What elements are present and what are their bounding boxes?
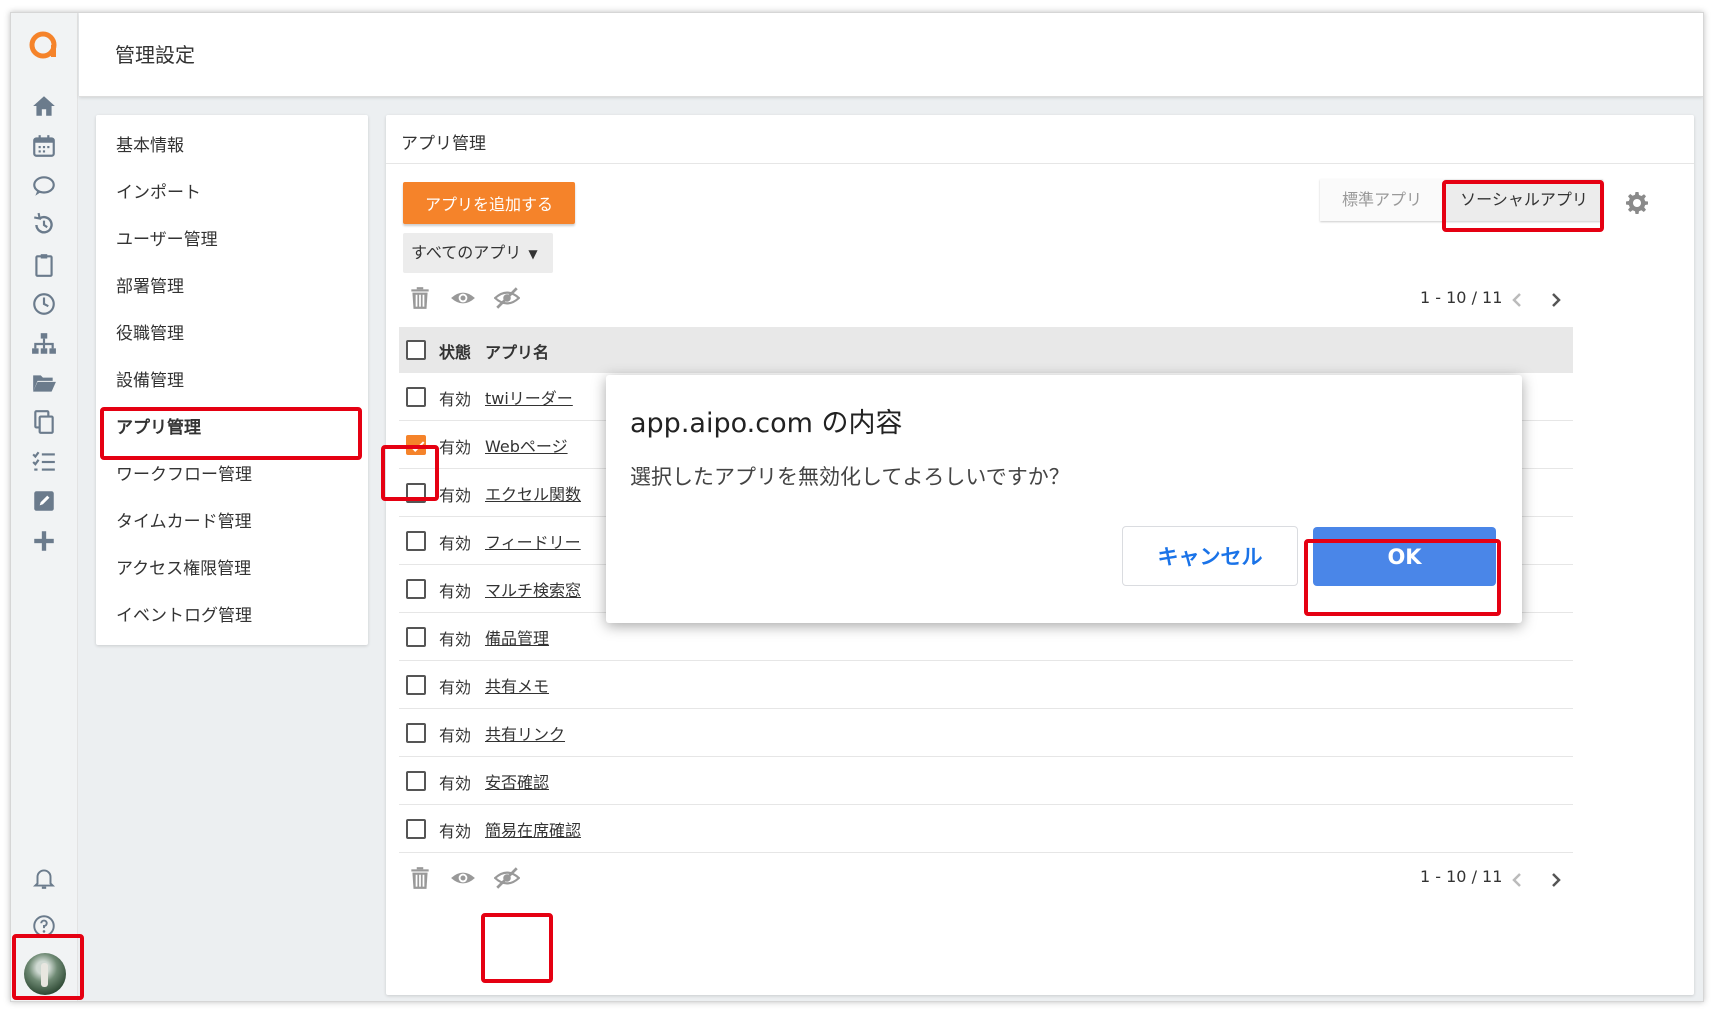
- checklist-icon[interactable]: [29, 447, 59, 477]
- pager-top: 1 - 10 / 11: [1420, 288, 1503, 307]
- trash-icon[interactable]: [405, 283, 435, 313]
- app-filter-select[interactable]: すべてのアプリ ▼: [403, 233, 553, 273]
- folder-icon[interactable]: [29, 368, 59, 398]
- nav-item-department-management[interactable]: 部署管理: [116, 272, 184, 302]
- aipo-logo-icon[interactable]: [28, 29, 60, 61]
- chevron-down-icon: ▼: [528, 247, 538, 261]
- row-status: 有効: [439, 678, 472, 697]
- row-status: 有効: [439, 438, 472, 457]
- chevron-left-icon[interactable]: [1507, 870, 1527, 890]
- row-status: 有効: [439, 822, 472, 841]
- table-row: 有効 共有リンク: [399, 709, 1573, 757]
- row-status: 有効: [439, 630, 472, 649]
- row-checkbox[interactable]: [406, 483, 426, 503]
- gear-icon[interactable]: [1625, 191, 1649, 215]
- user-avatar[interactable]: [24, 953, 66, 995]
- column-status: 状態: [439, 343, 472, 362]
- row-checkbox[interactable]: [406, 531, 426, 551]
- row-checkbox[interactable]: [406, 627, 426, 647]
- edit-icon[interactable]: [29, 486, 59, 516]
- nav-item-timecard-management[interactable]: タイムカード管理: [116, 507, 252, 537]
- nav-item-import[interactable]: インポート: [116, 178, 201, 208]
- page-title: 管理設定: [115, 43, 195, 67]
- nav-item-eventlog-management[interactable]: イベントログ管理: [116, 601, 252, 631]
- row-checkbox[interactable]: [406, 387, 426, 407]
- column-app-name: アプリ名: [485, 343, 550, 362]
- nav-item-app-management[interactable]: アプリ管理: [116, 413, 201, 443]
- eye-off-icon[interactable]: [492, 283, 522, 313]
- row-checkbox[interactable]: [406, 675, 426, 695]
- row-app-link[interactable]: 共有メモ: [485, 673, 549, 697]
- settings-nav: 基本情報 インポート ユーザー管理 部署管理 役職管理 設備管理 アプリ管理 ワ…: [96, 115, 368, 645]
- row-app-link[interactable]: エクセル関数: [485, 481, 581, 505]
- chevron-right-icon[interactable]: [1546, 290, 1566, 310]
- row-status: 有効: [439, 534, 472, 553]
- table-row: 有効 共有メモ: [399, 661, 1573, 709]
- nav-item-user-management[interactable]: ユーザー管理: [116, 225, 218, 255]
- pager-bottom: 1 - 10 / 11: [1420, 867, 1503, 886]
- row-app-link[interactable]: 共有リンク: [485, 721, 565, 745]
- table-row: 有効 簡易在席確認: [399, 805, 1573, 853]
- calendar-icon[interactable]: [29, 131, 59, 161]
- nav-item-access-management[interactable]: アクセス権限管理: [116, 554, 251, 584]
- panel-title: アプリ管理: [401, 134, 486, 154]
- table-row: 有効 安否確認: [399, 757, 1573, 805]
- eye-icon[interactable]: [448, 863, 478, 893]
- row-status: 有効: [439, 726, 472, 745]
- row-app-link[interactable]: Webページ: [485, 433, 568, 457]
- row-checkbox[interactable]: [406, 723, 426, 743]
- row-status: 有効: [439, 774, 472, 793]
- filter-selected-label: すべてのアプリ: [411, 243, 522, 262]
- row-checkbox[interactable]: [406, 819, 426, 839]
- row-app-link[interactable]: フィードリー: [485, 529, 581, 553]
- left-rail: [11, 13, 78, 1001]
- row-status: 有効: [439, 486, 472, 505]
- ok-button[interactable]: OK: [1313, 527, 1496, 586]
- clock-icon[interactable]: [29, 289, 59, 319]
- tab-social-apps[interactable]: ソーシャルアプリ: [1445, 179, 1603, 221]
- row-checkbox[interactable]: [406, 771, 426, 791]
- app-window: 管理設定 基本情報 インポート ユーザー管理 部署管理 役職管理 設備管理 アプ…: [10, 12, 1704, 1002]
- eye-off-icon[interactable]: [492, 863, 522, 893]
- tab-standard-apps[interactable]: 標準アプリ: [1320, 179, 1444, 221]
- eye-icon[interactable]: [448, 283, 478, 313]
- row-checkbox[interactable]: [406, 579, 426, 599]
- org-chart-icon[interactable]: [29, 329, 59, 359]
- copy-icon[interactable]: [29, 407, 59, 437]
- select-all-checkbox[interactable]: [406, 340, 426, 360]
- help-icon[interactable]: [29, 911, 59, 941]
- row-app-link[interactable]: twiリーダー: [485, 385, 573, 409]
- home-icon[interactable]: [29, 91, 59, 121]
- plus-icon[interactable]: [29, 526, 59, 556]
- chevron-right-icon[interactable]: [1546, 870, 1566, 890]
- nav-item-facility-management[interactable]: 設備管理: [116, 366, 184, 396]
- cancel-button[interactable]: キャンセル: [1122, 526, 1298, 586]
- row-app-link[interactable]: 安否確認: [485, 769, 549, 793]
- confirm-dialog: app.aipo.com の内容 選択したアプリを無効化してよろしいですか？ キ…: [606, 375, 1522, 623]
- trash-icon[interactable]: [405, 863, 435, 893]
- row-app-link[interactable]: 簡易在席確認: [485, 817, 581, 841]
- row-status: 有効: [439, 582, 472, 601]
- nav-item-basic-info[interactable]: 基本情報: [116, 131, 184, 161]
- nav-item-workflow-management[interactable]: ワークフロー管理: [116, 460, 252, 490]
- top-header: 管理設定: [79, 13, 1703, 97]
- chevron-left-icon[interactable]: [1507, 290, 1527, 310]
- table-header: 状態 アプリ名: [399, 327, 1573, 373]
- history-icon[interactable]: [29, 210, 59, 240]
- row-app-link[interactable]: 備品管理: [485, 625, 549, 649]
- bell-icon[interactable]: [29, 863, 59, 893]
- row-checkbox[interactable]: [406, 435, 426, 455]
- row-status: 有効: [439, 390, 472, 409]
- add-app-button[interactable]: アプリを追加する: [403, 182, 575, 224]
- chat-icon[interactable]: [29, 171, 59, 201]
- clipboard-icon[interactable]: [29, 250, 59, 280]
- dialog-message: 選択したアプリを無効化してよろしいですか？: [630, 465, 1070, 489]
- nav-item-position-management[interactable]: 役職管理: [116, 319, 184, 349]
- row-app-link[interactable]: マルチ検索窓: [485, 577, 581, 601]
- dialog-title: app.aipo.com の内容: [630, 408, 903, 439]
- divider: [386, 163, 1694, 164]
